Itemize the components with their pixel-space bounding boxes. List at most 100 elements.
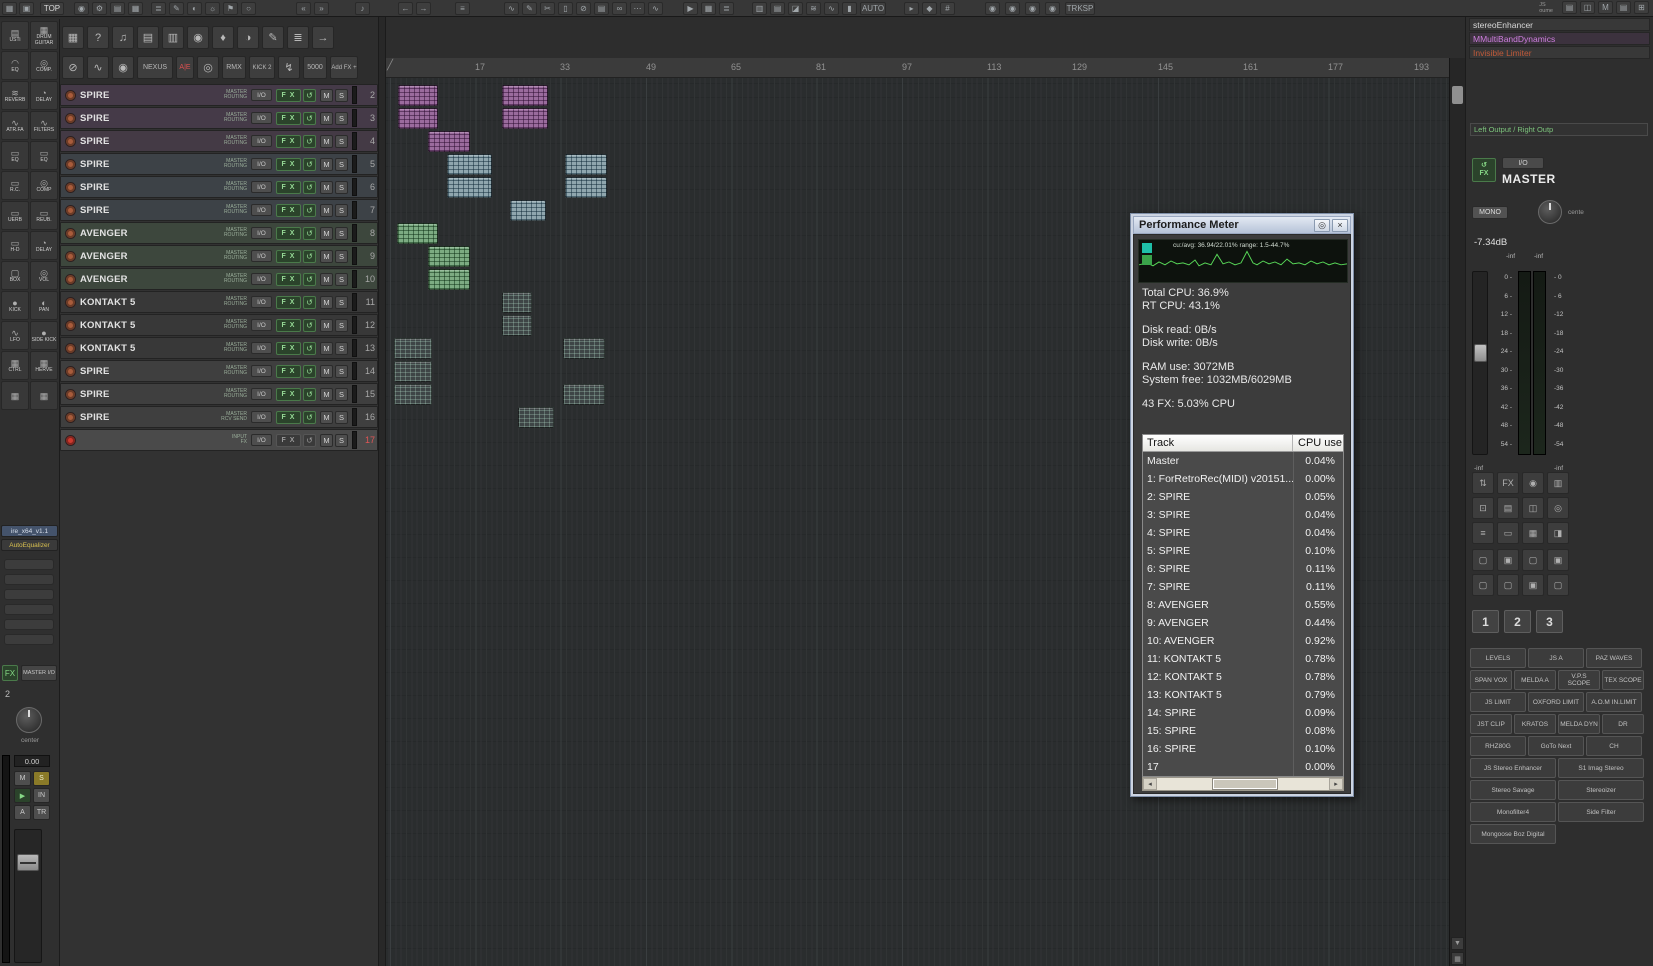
plugin-button[interactable]: Stereo Savage xyxy=(1470,780,1556,800)
bypass-icon[interactable]: ⊘ xyxy=(62,56,84,79)
envelope-lane[interactable] xyxy=(4,619,54,630)
automation-icon[interactable]: ∿ xyxy=(824,2,839,15)
project-grid-icon[interactable]: ▦ xyxy=(128,2,143,15)
plugin-shortcut-button[interactable]: ▢ BOX xyxy=(1,261,29,290)
preset-folder-icon[interactable]: ▢ xyxy=(1547,574,1569,596)
preset-folder-icon[interactable]: ▣ xyxy=(1522,574,1544,596)
record-arm-button[interactable] xyxy=(65,251,76,262)
track-row[interactable]: SPIRE MASTER ROUTING I/O F X ↺ M S 2 xyxy=(60,84,378,106)
record-arm-button[interactable] xyxy=(65,274,76,285)
plugin-shortcut-button[interactable]: ▭ H-D xyxy=(1,231,29,260)
routing-button[interactable]: MASTER ROUTING xyxy=(213,389,247,400)
track-name[interactable]: SPIRE xyxy=(80,182,213,193)
mixer-utility-icon[interactable]: ⊡ xyxy=(1472,497,1494,519)
solo-button[interactable]: S xyxy=(335,181,348,194)
midi-clip[interactable] xyxy=(428,246,470,267)
fx-power-button[interactable]: ↺ xyxy=(303,342,316,355)
midi-clip[interactable] xyxy=(502,315,532,336)
scrollbar-thumb[interactable] xyxy=(1452,86,1463,104)
fx-button[interactable]: F X xyxy=(276,319,301,332)
fx-button[interactable]: F X xyxy=(276,204,301,217)
mute-button[interactable]: M xyxy=(320,204,333,217)
mute-button[interactable]: M xyxy=(320,296,333,309)
fx-power-button[interactable]: ↺ xyxy=(303,204,316,217)
routing-button[interactable]: MASTER ROUTING xyxy=(213,343,247,354)
plugin-button[interactable]: JS A xyxy=(1528,648,1584,668)
record-arm-button[interactable] xyxy=(65,205,76,216)
plugin-shortcut-button[interactable]: ▦ DRUM GUITAR xyxy=(30,21,58,50)
midi-clip[interactable] xyxy=(502,292,532,313)
io-button[interactable]: I/O xyxy=(251,342,272,354)
plugin-shortcut-button[interactable]: ◔ DELAY xyxy=(30,81,58,110)
solo-button[interactable]: S xyxy=(335,388,348,401)
dots-icon[interactable]: ⋯ xyxy=(630,2,645,15)
horizontal-scrollbar[interactable]: ◂ ▸ xyxy=(1142,777,1344,791)
plugin-button[interactable]: V.P.S SCOPE xyxy=(1558,670,1600,690)
route-icon[interactable]: → xyxy=(312,26,334,49)
mixer-utility-icon[interactable]: ▤ xyxy=(1497,497,1519,519)
mini-toggle-button[interactable]: A xyxy=(14,805,31,820)
redo-icon[interactable]: → xyxy=(416,2,431,15)
step-sequencer-icon[interactable]: ▥ xyxy=(162,26,184,49)
panel-splitter[interactable] xyxy=(378,17,386,966)
mute-button[interactable]: M xyxy=(320,227,333,240)
piano-icon[interactable]: ▤ xyxy=(137,26,159,49)
window-control-icon[interactable]: ▤ xyxy=(1616,1,1631,14)
preset-folder-icon[interactable]: ▢ xyxy=(1472,574,1494,596)
fx-power-button[interactable]: ↺ xyxy=(303,365,316,378)
mini-toggle-button[interactable]: ▶ xyxy=(14,788,31,803)
preset-folder-icon[interactable]: ▢ xyxy=(1522,549,1544,571)
snap-icon[interactable]: ▦ xyxy=(701,2,716,15)
fx-power-button[interactable]: ↺ xyxy=(303,89,316,102)
mute-button[interactable]: M xyxy=(320,388,333,401)
track-name[interactable]: KONTAKT 5 xyxy=(80,343,213,354)
meter-icon[interactable]: ≣ xyxy=(287,26,309,49)
plugin-button[interactable]: DR xyxy=(1602,714,1644,734)
cpu-table-row[interactable]: 12: KONTAKT 5 0.78% xyxy=(1143,668,1343,686)
mini-toggle-button[interactable]: TR xyxy=(33,805,50,820)
item-edit-icon[interactable]: ▯ xyxy=(558,2,573,15)
track-name[interactable]: KONTAKT 5 xyxy=(80,320,213,331)
spark-icon[interactable]: ↯ xyxy=(278,56,300,79)
track-name[interactable]: AVENGER xyxy=(80,228,213,239)
record-arm-button[interactable] xyxy=(65,90,76,101)
io-button[interactable]: I/O xyxy=(251,365,272,377)
plugin-button[interactable]: MELDA DYN xyxy=(1558,714,1600,734)
cpu-table-row[interactable]: 10: AVENGER 0.92% xyxy=(1143,632,1343,650)
mini-toggle-button[interactable]: IN xyxy=(33,788,50,803)
window-titlebar[interactable]: Performance Meter ◎ × xyxy=(1133,216,1351,234)
track-row[interactable]: SPIRE MASTER ROUTING I/O F X ↺ M S 15 xyxy=(60,383,378,405)
mute-button[interactable]: M xyxy=(320,112,333,125)
track-name[interactable]: SPIRE xyxy=(80,159,213,170)
fader-thumb[interactable] xyxy=(1474,344,1487,362)
top-logo[interactable]: TOP xyxy=(40,2,64,15)
track-row[interactable]: SPIRE MASTER RCV SEND I/O F X ↺ M S 16 xyxy=(60,406,378,428)
preset-folder-icon[interactable]: ▢ xyxy=(1472,549,1494,571)
io-button[interactable]: I/O xyxy=(251,296,272,308)
track-name[interactable]: SPIRE xyxy=(80,366,213,377)
cpu-table-row[interactable]: 8: AVENGER 0.55% xyxy=(1143,596,1343,614)
spire-preset-button[interactable]: ire_x64_v1.1 xyxy=(1,525,58,537)
track-row[interactable]: KONTAKT 5 MASTER ROUTING I/O F X ↺ M S 1… xyxy=(60,291,378,313)
plugin-shortcut-button[interactable]: ▭ UERB xyxy=(1,201,29,230)
envelope-lane[interactable] xyxy=(4,604,54,615)
routing-button[interactable]: MASTER ROUTING xyxy=(213,159,247,170)
master-fader[interactable] xyxy=(14,829,42,963)
spring-icon[interactable]: ◉ xyxy=(187,26,209,49)
fx-button[interactable]: F X xyxy=(276,365,301,378)
plugin-button[interactable]: Side Filter xyxy=(1558,802,1644,822)
master-fx-power-button[interactable]: ↺ FX xyxy=(1472,158,1496,182)
track-name[interactable]: SPIRE xyxy=(80,412,213,423)
auto-mode-button[interactable]: AUTO xyxy=(860,2,886,15)
record-arm-button[interactable] xyxy=(65,228,76,239)
plugin-shortcut-button[interactable]: ◎ COMP. xyxy=(30,51,58,80)
plugin-shortcut-button[interactable]: ◐ PAN xyxy=(30,291,58,320)
io-button[interactable]: I/O xyxy=(251,434,272,446)
mixer-utility-icon[interactable]: FX xyxy=(1497,472,1519,494)
mixer-utility-icon[interactable]: ◎ xyxy=(1547,497,1569,519)
track-row[interactable]: SPIRE MASTER ROUTING I/O F X ↺ M S 5 xyxy=(60,153,378,175)
record-arm-button[interactable] xyxy=(65,366,76,377)
midi-clip[interactable] xyxy=(398,108,438,129)
search-icon[interactable]: ○ xyxy=(241,2,256,15)
mute-button[interactable]: M xyxy=(320,319,333,332)
